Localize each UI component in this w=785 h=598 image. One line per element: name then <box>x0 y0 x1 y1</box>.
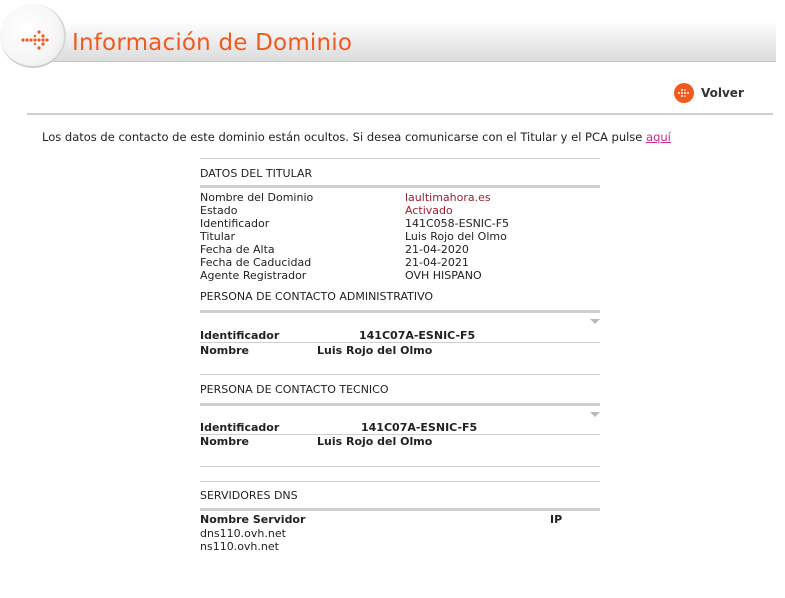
chevron-down-icon[interactable] <box>590 319 600 324</box>
field-label: Titular <box>200 230 236 243</box>
divider <box>200 342 600 343</box>
field-value: OVH HISPANO <box>405 269 482 282</box>
admin-name-label: Nombre <box>200 344 249 357</box>
field-label: Identificador <box>200 217 270 230</box>
status-value: Activado <box>405 204 453 217</box>
divider <box>200 466 600 467</box>
tech-name-value: Luis Rojo del Olmo <box>317 435 433 448</box>
back-button[interactable]: Volver <box>674 83 744 103</box>
admin-id-label: Identificador <box>200 329 280 342</box>
chevron-down-icon[interactable] <box>590 412 600 417</box>
dns-column-name: Nombre Servidor <box>200 513 306 526</box>
field-label: Agente Registrador <box>200 269 307 282</box>
divider <box>200 158 600 159</box>
section-title-dns: SERVIDORES DNS <box>200 489 298 502</box>
table-row: Fecha de Alta 21-04-2020 <box>200 243 600 256</box>
field-value: Luis Rojo del Olmo <box>405 230 507 243</box>
domain-name-value: laultimahora.es <box>405 191 491 204</box>
field-label: Estado <box>200 204 238 217</box>
back-label: Volver <box>701 86 744 100</box>
table-row: Agente Registrador OVH HISPANO <box>200 269 600 282</box>
divider <box>27 113 773 115</box>
tech-id-value: 141C07A-ESNIC-F5 <box>361 421 478 434</box>
field-label: Nombre del Dominio <box>200 191 314 204</box>
divider <box>200 403 600 406</box>
privacy-notice: Los datos de contacto de este dominio es… <box>42 130 671 144</box>
titular-table: Nombre del Dominio laultimahora.es Estad… <box>200 191 600 282</box>
table-row: Titular Luis Rojo del Olmo <box>200 230 600 243</box>
page-header: Información de Dominio <box>0 4 776 68</box>
page-title: Información de Dominio <box>72 30 353 56</box>
divider <box>200 508 600 511</box>
tech-id-label: Identificador <box>200 421 280 434</box>
contact-link[interactable]: aquí <box>646 130 671 144</box>
list-item: dns110.ovh.net <box>200 527 286 540</box>
section-title-tech-contact: PERSONA DE CONTACTO TECNICO <box>200 383 389 396</box>
table-row: Identificador 141C058-ESNIC-F5 <box>200 217 600 230</box>
arrow-right-icon <box>21 30 49 50</box>
field-value: 21-04-2020 <box>405 243 469 256</box>
tech-name-label: Nombre <box>200 435 249 448</box>
field-label: Fecha de Alta <box>200 243 275 256</box>
divider <box>200 310 600 313</box>
dns-column-ip: IP <box>550 513 563 526</box>
notice-text: Los datos de contacto de este dominio es… <box>42 130 647 144</box>
admin-name-value: Luis Rojo del Olmo <box>317 344 433 357</box>
table-row: Fecha de Caducidad 21-04-2021 <box>200 256 600 269</box>
list-item: ns110.ovh.net <box>200 540 279 553</box>
divider <box>200 185 600 188</box>
section-title-admin-contact: PERSONA DE CONTACTO ADMINISTRATIVO <box>200 290 434 303</box>
table-row: Estado Activado <box>200 204 600 217</box>
arrow-left-icon <box>674 83 694 103</box>
field-value: 141C058-ESNIC-F5 <box>405 217 510 230</box>
admin-id-value: 141C07A-ESNIC-F5 <box>359 329 476 342</box>
divider <box>200 481 600 482</box>
field-label: Fecha de Caducidad <box>200 256 312 269</box>
field-value: 21-04-2021 <box>405 256 469 269</box>
divider <box>200 374 600 375</box>
table-row: Nombre del Dominio laultimahora.es <box>200 191 600 204</box>
section-title-titular: DATOS DEL TITULAR <box>200 167 313 180</box>
